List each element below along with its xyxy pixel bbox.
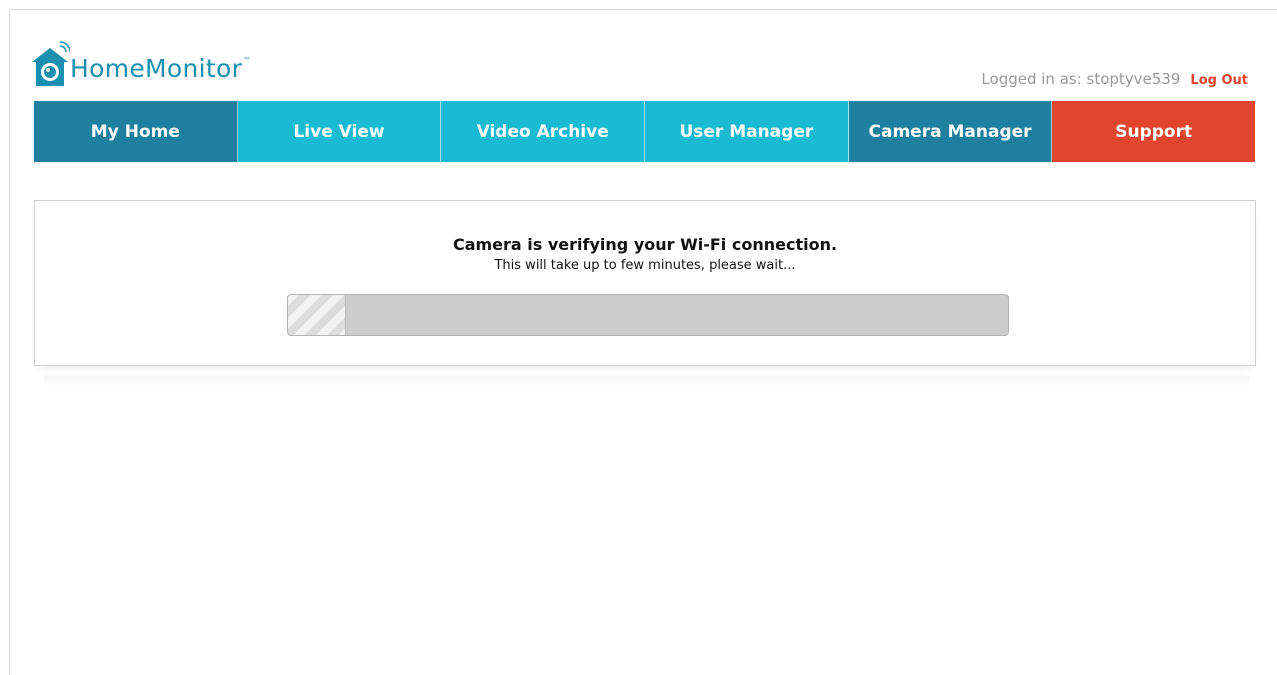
brand-logo[interactable]: HomeMonitor™	[30, 40, 251, 88]
progress-fill	[288, 295, 346, 335]
status-panel: Camera is verifying your Wi-Fi connectio…	[34, 200, 1256, 366]
status-subtitle: This will take up to few minutes, please…	[494, 258, 796, 273]
nav-my-home[interactable]: My Home	[34, 101, 238, 162]
panel-shadow	[44, 376, 1250, 388]
logout-link[interactable]: Log Out	[1190, 73, 1248, 88]
nav-support[interactable]: Support	[1052, 101, 1256, 162]
user-area: Logged in as: stoptyve539 Log Out	[981, 70, 1248, 88]
nav-user-manager[interactable]: User Manager	[645, 101, 849, 162]
nav-live-view[interactable]: Live View	[237, 101, 442, 162]
trademark-symbol: ™	[243, 55, 252, 65]
brand-name: HomeMonitor™	[70, 53, 252, 83]
nav-video-archive[interactable]: Video Archive	[441, 101, 646, 162]
nav-camera-manager[interactable]: Camera Manager	[848, 101, 1053, 162]
logged-in-label: Logged in as: stoptyve539	[981, 70, 1181, 88]
status-title: Camera is verifying your Wi-Fi connectio…	[452, 235, 838, 254]
progress-bar	[287, 294, 1009, 336]
main-nav: My Home Live View Video Archive User Man…	[34, 101, 1256, 162]
home-camera-icon	[30, 40, 71, 88]
